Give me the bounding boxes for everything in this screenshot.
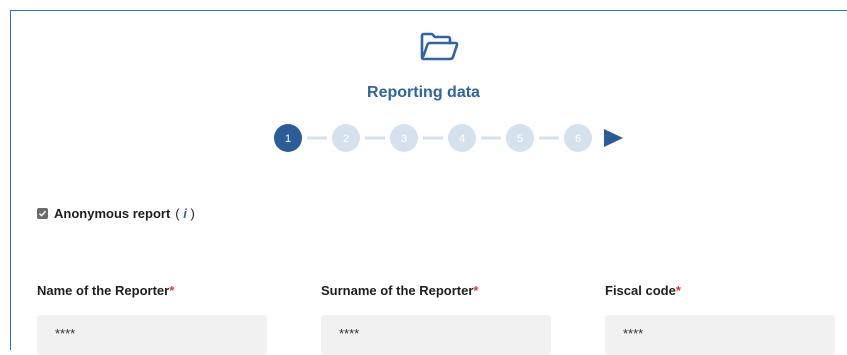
folder-open-icon <box>419 30 459 62</box>
surname-label-text: Surname of the Reporter <box>321 283 474 298</box>
step-5[interactable]: 5 <box>506 124 534 152</box>
step-number: 4 <box>459 133 465 145</box>
required-marker: * <box>675 283 681 298</box>
surname-label: Surname of the Reporter* <box>321 283 478 298</box>
step-number: 6 <box>575 133 581 145</box>
step-2[interactable]: 2 <box>332 124 360 152</box>
name-label-text: Name of the Reporter <box>37 283 170 298</box>
required-marker: * <box>473 283 479 298</box>
surname-input[interactable]: **** <box>321 315 551 355</box>
info-tooltip[interactable]: ( i ) <box>175 206 195 221</box>
surname-input-value: **** <box>339 326 360 341</box>
page-title: Reporting data <box>367 84 480 101</box>
required-marker: * <box>169 283 175 298</box>
step-6[interactable]: 6 <box>564 124 592 152</box>
anonymous-report-row: Anonymous report ( i ) <box>37 206 195 221</box>
step-number: 5 <box>517 133 523 145</box>
name-input[interactable]: **** <box>37 315 267 355</box>
fiscal-code-label: Fiscal code* <box>605 283 681 298</box>
stepper: 1 2 3 4 5 6 <box>273 123 633 153</box>
anonymous-report-label: Anonymous report <box>54 206 171 221</box>
step-number: 3 <box>401 133 407 145</box>
info-icon[interactable]: i <box>183 206 187 221</box>
fiscal-code-input[interactable]: **** <box>605 315 835 355</box>
name-input-value: **** <box>55 326 76 341</box>
play-arrow-icon[interactable] <box>604 129 623 147</box>
step-1[interactable]: 1 <box>274 124 302 152</box>
step-4[interactable]: 4 <box>448 124 476 152</box>
info-open-paren: ( <box>175 206 180 221</box>
info-close-paren: ) <box>190 206 195 221</box>
anonymous-report-checkbox[interactable] <box>37 208 48 219</box>
fiscal-code-label-text: Fiscal code <box>605 283 676 298</box>
name-label: Name of the Reporter* <box>37 283 174 298</box>
step-number: 1 <box>285 133 291 145</box>
checkmark-icon <box>38 210 47 217</box>
step-number: 2 <box>343 133 349 145</box>
step-3[interactable]: 3 <box>390 124 418 152</box>
fiscal-code-input-value: **** <box>623 326 644 341</box>
